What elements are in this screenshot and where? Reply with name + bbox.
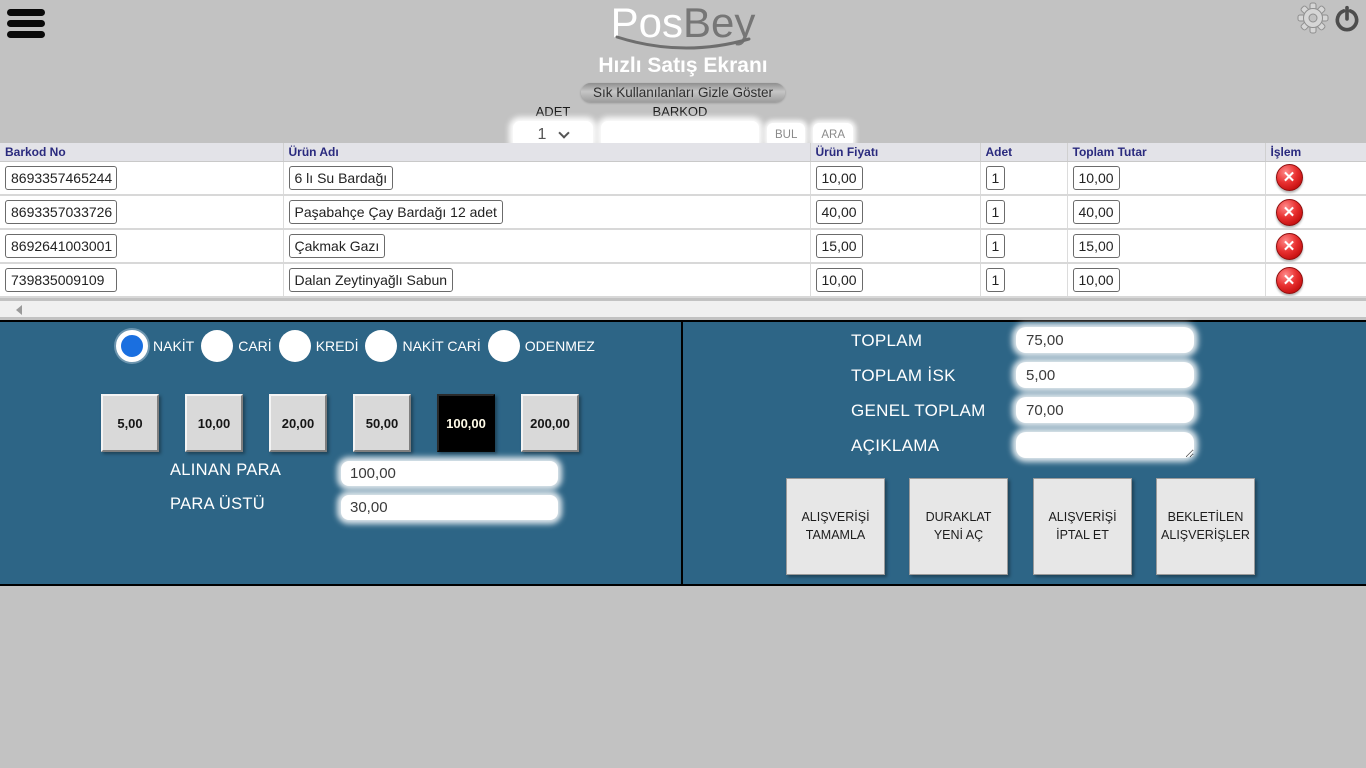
- total-cell-input[interactable]: 10,00: [1073, 268, 1120, 292]
- barcode-cell-input[interactable]: 8692641003001: [5, 234, 117, 258]
- denomination-buttons: 5,00 10,00 20,00 50,00 100,00 200,00: [101, 394, 605, 452]
- radio-circle-selected[interactable]: [116, 330, 148, 362]
- radio-circle[interactable]: [488, 330, 520, 362]
- total-cell-input[interactable]: 15,00: [1073, 234, 1120, 258]
- price-cell-input[interactable]: 10,00: [816, 268, 863, 292]
- denomination-50[interactable]: 50,00: [353, 394, 411, 452]
- radio-circle[interactable]: [365, 330, 397, 362]
- totals-right-panel: TOPLAM TOPLAM İSK GENEL TOPLAM AÇIKLAMA …: [683, 322, 1366, 584]
- col-header-barkod: Barkod No: [0, 143, 283, 161]
- barcode-cell-input[interactable]: 8693357033726: [5, 200, 117, 224]
- cancel-sale-button[interactable]: ALIŞVERİŞİ İPTAL ET: [1033, 478, 1132, 575]
- toplam-input[interactable]: [1016, 327, 1194, 353]
- payment-left-panel: NAKİT CARİ KREDİ NAKİT CARİ ODENMEZ: [0, 322, 683, 584]
- radio-nakit-cari[interactable]: NAKİT CARİ: [365, 330, 480, 362]
- delete-x-icon: ✕: [1283, 170, 1296, 185]
- scrollbar-left-arrow-icon[interactable]: [16, 305, 22, 315]
- table-row: 8693357465244 6 lı Su Bardağı 10,00 1 10…: [0, 161, 1366, 195]
- para-ustu-label: PARA ÜSTÜ: [170, 495, 265, 514]
- total-cell-input[interactable]: 40,00: [1073, 200, 1120, 224]
- col-header-adet: Adet: [980, 143, 1067, 161]
- radio-label: ODENMEZ: [525, 338, 595, 354]
- col-header-islem: İşlem: [1265, 143, 1366, 161]
- qty-cell-input[interactable]: 1: [986, 166, 1006, 190]
- col-header-urun-fiyati: Ürün Fiyatı: [810, 143, 980, 161]
- denomination-5[interactable]: 5,00: [101, 394, 159, 452]
- toplam-isk-label: TOPLAM İSK: [851, 366, 956, 386]
- qty-cell-input[interactable]: 1: [986, 268, 1006, 292]
- page-title: Hızlı Satış Ekranı: [598, 54, 767, 78]
- denomination-100[interactable]: 100,00: [437, 394, 495, 452]
- adet-label: ADET: [536, 104, 571, 119]
- payment-panel: NAKİT CARİ KREDİ NAKİT CARİ ODENMEZ: [0, 320, 1366, 586]
- radio-odenmez[interactable]: ODENMEZ: [488, 330, 595, 362]
- price-cell-input[interactable]: 15,00: [816, 234, 863, 258]
- price-cell-input[interactable]: 40,00: [816, 200, 863, 224]
- quantity-select-value: 1: [538, 126, 547, 144]
- pause-new-sale-button[interactable]: DURAKLAT YENİ AÇ: [909, 478, 1008, 575]
- delete-row-button[interactable]: ✕: [1276, 233, 1303, 260]
- aciklama-textarea[interactable]: [1016, 432, 1194, 458]
- qty-cell-input[interactable]: 1: [986, 234, 1006, 258]
- radio-label: CARİ: [238, 338, 271, 354]
- qty-cell-input[interactable]: 1: [986, 200, 1006, 224]
- chevron-down-icon: [559, 127, 570, 138]
- payment-method-radios: NAKİT CARİ KREDİ NAKİT CARİ ODENMEZ: [116, 330, 602, 362]
- radio-nakit[interactable]: NAKİT: [116, 330, 194, 362]
- genel-toplam-label: GENEL TOPLAM: [851, 401, 986, 421]
- scan-controls: ADET 1 BARKOD BUL ARA: [513, 104, 853, 148]
- barcode-cell-input[interactable]: 8693357465244: [5, 166, 117, 190]
- held-sales-button[interactable]: BEKLETİLEN ALIŞVERİŞLER: [1156, 478, 1255, 575]
- product-name-cell-input[interactable]: Paşabahçe Çay Bardağı 12 adet: [289, 200, 503, 224]
- alinan-para-label: ALINAN PARA: [170, 461, 281, 480]
- denomination-200[interactable]: 200,00: [521, 394, 579, 452]
- table-row: 8692641003001 Çakmak Gazı 15,00 1 15,00 …: [0, 229, 1366, 263]
- toplam-label: TOPLAM: [851, 331, 922, 351]
- aciklama-label: AÇIKLAMA: [851, 436, 939, 456]
- delete-x-icon: ✕: [1283, 273, 1296, 288]
- para-ustu-input[interactable]: [341, 495, 558, 520]
- items-table: Barkod No Ürün Adı Ürün Fiyatı Adet Topl…: [0, 143, 1366, 298]
- barcode-cell-input[interactable]: 739835009109: [5, 268, 117, 292]
- radio-kredi[interactable]: KREDİ: [279, 330, 359, 362]
- radio-label: KREDİ: [316, 338, 359, 354]
- delete-x-icon: ✕: [1283, 239, 1296, 254]
- product-name-cell-input[interactable]: 6 lı Su Bardağı: [289, 166, 394, 190]
- genel-toplam-input[interactable]: [1016, 397, 1194, 423]
- radio-label: NAKİT CARİ: [402, 338, 480, 354]
- barkod-label: BARKOD: [653, 104, 708, 119]
- favorites-toggle-button[interactable]: Sık Kullanılanları Gizle Göster: [581, 83, 785, 102]
- radio-label: NAKİT: [153, 338, 194, 354]
- denomination-20[interactable]: 20,00: [269, 394, 327, 452]
- col-header-urun-adi: Ürün Adı: [283, 143, 810, 161]
- logo-swoosh: [613, 34, 753, 54]
- product-name-cell-input[interactable]: Çakmak Gazı: [289, 234, 386, 258]
- denomination-10[interactable]: 10,00: [185, 394, 243, 452]
- radio-circle[interactable]: [279, 330, 311, 362]
- table-row: 8693357033726 Paşabahçe Çay Bardağı 12 a…: [0, 195, 1366, 229]
- delete-x-icon: ✕: [1283, 205, 1296, 220]
- table-header-row: Barkod No Ürün Adı Ürün Fiyatı Adet Topl…: [0, 143, 1366, 161]
- col-header-toplam-tutar: Toplam Tutar: [1067, 143, 1265, 161]
- header: PosBey Hızlı Satış Ekranı Sık Kullanılan…: [0, 0, 1366, 148]
- complete-sale-button[interactable]: ALIŞVERİŞİ TAMAMLA: [786, 478, 885, 575]
- radio-cari[interactable]: CARİ: [201, 330, 271, 362]
- table-row: 739835009109 Dalan Zeytinyağlı Sabun 10,…: [0, 263, 1366, 297]
- total-cell-input[interactable]: 10,00: [1073, 166, 1120, 190]
- radio-circle[interactable]: [201, 330, 233, 362]
- pos-screen: PosBey Hızlı Satış Ekranı Sık Kullanılan…: [0, 0, 1366, 768]
- product-name-cell-input[interactable]: Dalan Zeytinyağlı Sabun: [289, 268, 454, 292]
- alinan-para-input[interactable]: [341, 461, 558, 486]
- toplam-isk-input[interactable]: [1016, 362, 1194, 388]
- delete-row-button[interactable]: ✕: [1276, 199, 1303, 226]
- price-cell-input[interactable]: 10,00: [816, 166, 863, 190]
- horizontal-scrollbar[interactable]: [0, 301, 1366, 317]
- delete-row-button[interactable]: ✕: [1276, 267, 1303, 294]
- delete-row-button[interactable]: ✕: [1276, 164, 1303, 191]
